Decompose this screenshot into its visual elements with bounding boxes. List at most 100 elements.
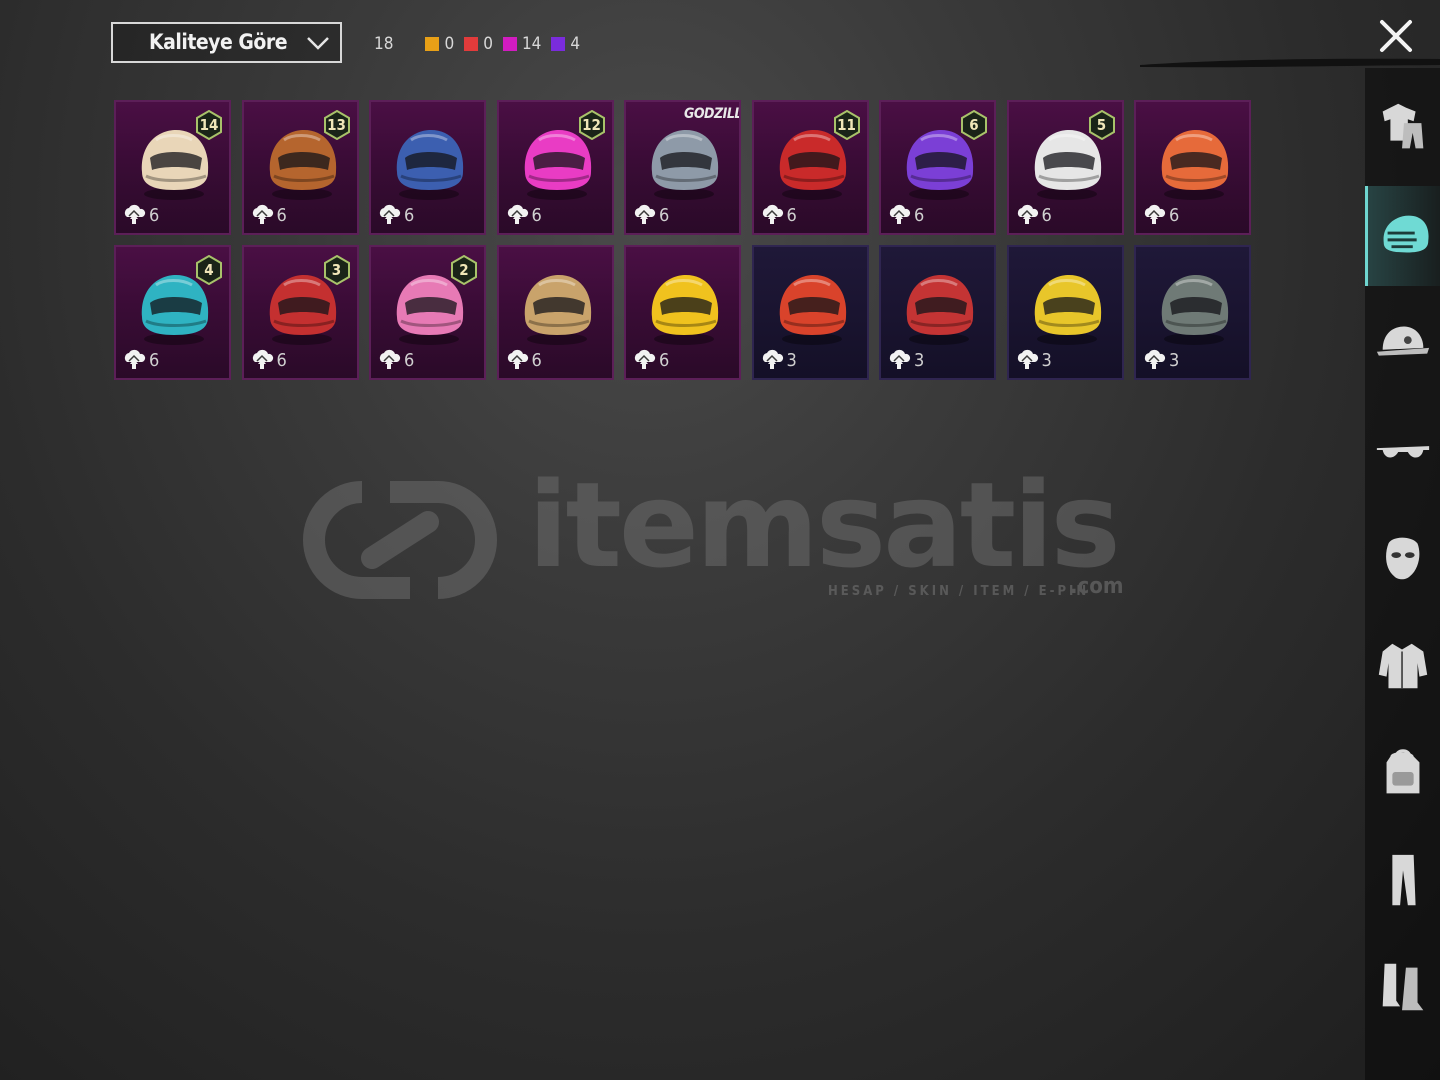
- helmet-icon: [651, 130, 719, 200]
- sidebar-item-jacket[interactable]: [1365, 616, 1440, 716]
- upgrade-cloud-icon: [1144, 349, 1166, 369]
- helmet-icon: [1161, 130, 1229, 200]
- upgrade-indicator: 6: [504, 347, 542, 373]
- upgrade-indicator: 6: [249, 202, 287, 228]
- upgrade-count: 6: [1169, 204, 1180, 226]
- sidebar-item-mask[interactable]: [1365, 508, 1440, 608]
- helmet-icon: [1161, 275, 1229, 345]
- rare-swatch: [551, 37, 566, 51]
- item-card[interactable]: 3: [751, 245, 869, 380]
- helmet-icon: [396, 130, 464, 200]
- item-card[interactable]: 46: [114, 245, 231, 380]
- mask-icon: [1386, 537, 1420, 580]
- item-card[interactable]: 66: [879, 100, 996, 235]
- item-card[interactable]: 6: [1134, 100, 1251, 235]
- upgrade-cloud-icon: [124, 349, 146, 369]
- category-sidebar: [1365, 68, 1440, 1080]
- upgrade-count: 3: [1169, 349, 1180, 371]
- sidebar-item-cap[interactable]: [1365, 293, 1440, 393]
- upgrade-cloud-icon: [252, 204, 273, 224]
- sidebar-item-pants[interactable]: [1365, 831, 1440, 931]
- upgrade-indicator: 3: [1014, 347, 1052, 373]
- level-value: 12: [582, 116, 601, 134]
- upgrade-count: 6: [786, 204, 797, 226]
- upgrade-cloud-icon: [252, 349, 273, 369]
- quality-count-legendary: 0: [425, 34, 454, 54]
- pants-icon: [1392, 854, 1416, 905]
- chevron-down-icon: [307, 37, 329, 50]
- legendary-swatch: [425, 37, 440, 51]
- level-value: 2: [459, 261, 469, 279]
- item-counts: 18 0 0 14 4: [374, 32, 590, 56]
- item-card[interactable]: 6: [496, 245, 614, 380]
- item-card[interactable]: 14 6: [114, 100, 231, 235]
- sidebar-item-helmet[interactable]: [1365, 185, 1440, 286]
- item-card[interactable]: 36: [241, 245, 359, 380]
- item-card[interactable]: 3: [879, 245, 996, 380]
- helmet-icon: [524, 275, 591, 345]
- item-card[interactable]: 56: [1006, 100, 1124, 235]
- helmet-icon: [1034, 275, 1101, 345]
- upgrade-count: 6: [276, 204, 287, 226]
- mythic-swatch: [464, 37, 479, 51]
- upgrade-indicator: 6: [504, 202, 542, 228]
- item-card[interactable]: GODZILLA 6: [624, 100, 741, 235]
- upgrade-count: 6: [914, 204, 925, 226]
- helmet-icon: [651, 275, 719, 345]
- item-card[interactable]: 6: [624, 245, 741, 380]
- upgrade-cloud-icon: [762, 204, 783, 224]
- upgrade-cloud-icon: [1017, 204, 1038, 224]
- item-card[interactable]: 6: [369, 100, 486, 235]
- upgrade-count: 6: [531, 349, 542, 371]
- level-value: 11: [837, 116, 856, 134]
- item-card[interactable]: 3: [1134, 245, 1251, 380]
- upgrade-indicator: 6: [249, 347, 287, 373]
- quality-count-mythic: 0: [464, 34, 493, 54]
- upgrade-indicator: 6: [121, 202, 159, 228]
- upgrade-count: 6: [659, 349, 670, 371]
- watermark: itemsatis HESAP / SKIN / ITEM / E-PIN .c…: [300, 456, 1150, 610]
- level-badge: 3: [323, 255, 351, 285]
- upgrade-count: 6: [531, 204, 542, 226]
- upgrade-indicator: 6: [759, 202, 797, 228]
- upgrade-cloud-icon: [379, 349, 401, 369]
- close-icon[interactable]: [1376, 16, 1416, 56]
- helmet-icon: [906, 275, 974, 345]
- level-badge: 6: [960, 110, 988, 140]
- level-value: 4: [204, 261, 214, 279]
- upgrade-indicator: 6: [376, 347, 414, 373]
- sidebar-item-backpack[interactable]: [1365, 723, 1440, 823]
- upgrade-indicator: 3: [1141, 347, 1179, 373]
- sidebar-item-boots[interactable]: [1365, 938, 1440, 1038]
- upgrade-count: 6: [149, 349, 160, 371]
- upgrade-cloud-icon: [889, 349, 911, 369]
- boots-icon: [1382, 963, 1424, 1011]
- item-card[interactable]: 26: [369, 245, 486, 380]
- backpack-icon: [1386, 749, 1420, 794]
- rare-count: 4: [570, 34, 581, 54]
- level-badge: 4: [195, 255, 223, 285]
- sidebar-item-outfit[interactable]: [1365, 78, 1440, 178]
- level-badge: 5: [1088, 110, 1116, 140]
- helmet-icon: [779, 275, 846, 345]
- sort-dropdown[interactable]: Kaliteye Göre: [111, 22, 342, 63]
- upgrade-cloud-icon: [124, 204, 146, 224]
- upgrade-count: 6: [276, 349, 287, 371]
- level-badge: 13: [323, 110, 351, 140]
- level-value: 3: [331, 261, 342, 279]
- mythic-count: 0: [483, 34, 493, 54]
- item-card[interactable]: 11 6: [751, 100, 869, 235]
- upgrade-count: 6: [404, 204, 415, 226]
- upgrade-cloud-icon: [379, 204, 401, 224]
- item-card[interactable]: 13 6: [241, 100, 359, 235]
- sidebar-item-glasses[interactable]: [1365, 401, 1440, 501]
- watermark-brand: itemsatis: [528, 456, 1121, 594]
- upgrade-count: 6: [149, 204, 160, 226]
- item-card[interactable]: 3: [1006, 245, 1124, 380]
- item-card[interactable]: 12 6: [496, 100, 614, 235]
- upgrade-indicator: 3: [759, 347, 797, 373]
- upgrade-indicator: 6: [886, 202, 924, 228]
- level-badge: 14: [195, 110, 223, 140]
- total-count: 18: [374, 34, 394, 54]
- upgrade-cloud-icon: [762, 349, 783, 369]
